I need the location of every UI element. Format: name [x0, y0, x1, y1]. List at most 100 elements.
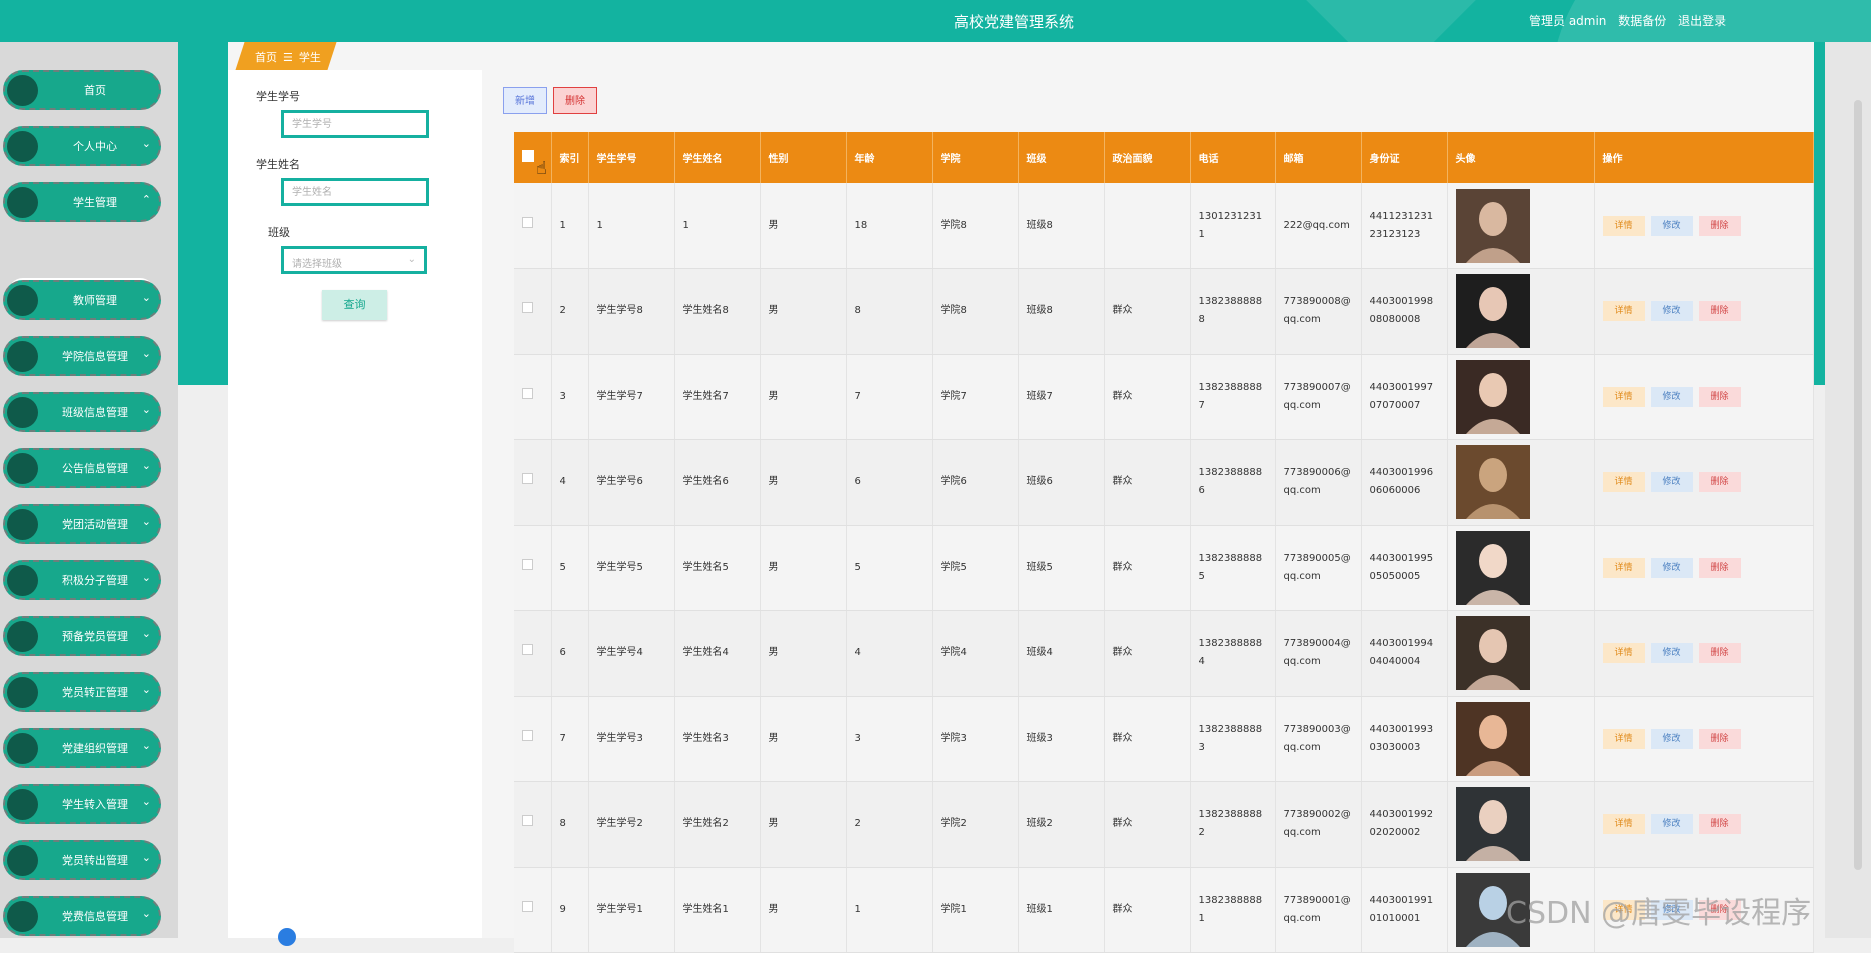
delete-button[interactable]: 删除	[1698, 472, 1741, 493]
row-checkbox[interactable]	[522, 815, 533, 827]
detail-button[interactable]: 详情	[1602, 728, 1645, 749]
row-checkbox[interactable]	[522, 473, 533, 485]
top-header: 高校党建管理系统 管理员 admin 数据备份 退出登录	[0, 0, 1871, 42]
detail-button[interactable]: 详情	[1602, 814, 1645, 835]
detail-button[interactable]: 详情	[1602, 472, 1645, 493]
cell-politics: 群众	[1104, 525, 1191, 611]
chevron-down-icon: ⌄	[141, 515, 151, 528]
table-row: 6 学生学号4 学生姓名4 男 4 学院4 班级4 群众 13823888884 77389000…	[514, 610, 1814, 697]
row-select-cell[interactable]	[514, 781, 552, 868]
detail-button[interactable]: 详情	[1602, 386, 1645, 407]
edit-button[interactable]: 修改	[1650, 386, 1693, 407]
menu-knob	[7, 397, 38, 428]
cell-no: 学生学号3	[588, 696, 675, 782]
sidebar-item-class-info[interactable]: 班级信息管理 ⌄	[3, 392, 161, 432]
cell-age: 6	[846, 439, 933, 526]
page-scrollbar[interactable]	[1854, 100, 1862, 870]
row-select-cell[interactable]	[514, 354, 552, 440]
query-button[interactable]: 查询	[322, 290, 387, 320]
edit-button[interactable]: 修改	[1650, 472, 1693, 493]
cell-idcard: 440300199808080008	[1361, 268, 1448, 355]
sidebar-item-member-confirmation[interactable]: 党员转正管理 ⌄	[3, 672, 161, 712]
row-select-cell[interactable]	[514, 696, 552, 782]
header-college: 学院	[932, 132, 1019, 183]
bulk-delete-button[interactable]: 删除	[553, 87, 597, 114]
cell-class: 班级1	[1018, 867, 1105, 953]
sidebar-item-college-info[interactable]: 学院信息管理 ⌄	[3, 336, 161, 376]
cell-no: 学生学号4	[588, 610, 675, 697]
chevron-down-icon: ⌄	[141, 403, 151, 416]
cell-name: 学生姓名2	[674, 781, 761, 868]
delete-button[interactable]: 删除	[1698, 814, 1741, 835]
edit-button[interactable]: 修改	[1650, 557, 1693, 578]
sidebar-item-party-organization[interactable]: 党建组织管理 ⌄	[3, 728, 161, 768]
edit-button[interactable]: 修改	[1650, 215, 1693, 236]
row-select-cell[interactable]	[514, 867, 552, 953]
detail-button[interactable]: 详情	[1602, 557, 1645, 578]
cell-age: 1	[846, 867, 933, 953]
sidebar-item-personal-center[interactable]: 个人中心 ⌄	[3, 126, 161, 166]
sidebar-item-member-transfer-out[interactable]: 党员转出管理 ⌄	[3, 840, 161, 880]
cell-email: 773890002@qq.com	[1275, 781, 1362, 868]
edit-button[interactable]: 修改	[1650, 301, 1693, 322]
row-checkbox[interactable]	[522, 216, 533, 228]
class-select[interactable]: 请选择班级 ⌄	[281, 246, 427, 274]
header-politics: 政治面貌	[1104, 132, 1191, 183]
cell-age: 18	[846, 183, 933, 269]
edit-button[interactable]: 修改	[1650, 643, 1693, 664]
chevron-down-icon: ⌄	[141, 627, 151, 640]
cell-gender: 男	[760, 525, 847, 611]
cell-idcard: 440300199404040004	[1361, 610, 1448, 697]
sidebar-item-teacher-mgmt[interactable]: 教师管理 ⌄	[3, 280, 161, 320]
sidebar-item-label: 班级信息管理	[62, 406, 128, 419]
add-button[interactable]: 新增	[503, 87, 547, 114]
sidebar-item-party-fee[interactable]: 党费信息管理 ⌄	[3, 896, 161, 936]
cell-operations: 详情 修改 删除	[1594, 439, 1814, 526]
delete-button[interactable]: 删除	[1698, 386, 1741, 407]
detail-button[interactable]: 详情	[1602, 215, 1645, 236]
cell-class: 班级8	[1018, 268, 1105, 355]
cell-avatar	[1447, 439, 1595, 526]
cell-name: 学生姓名4	[674, 610, 761, 697]
sidebar-item-notice-info[interactable]: 公告信息管理 ⌄	[3, 448, 161, 488]
row-select-cell[interactable]	[514, 525, 552, 611]
sidebar-item-student-transfer-in[interactable]: 学生转入管理 ⌄	[3, 784, 161, 824]
row-select-cell[interactable]	[514, 610, 552, 697]
breadcrumb-current: 学生	[298, 51, 321, 64]
sidebar-item-activist[interactable]: 积极分子管理 ⌄	[3, 560, 161, 600]
student-name-input[interactable]	[281, 178, 429, 206]
delete-button[interactable]: 删除	[1698, 728, 1741, 749]
student-no-input[interactable]	[281, 110, 429, 138]
sidebar-item-party-activity[interactable]: 党团活动管理 ⌄	[3, 504, 161, 544]
delete-button[interactable]: 删除	[1698, 215, 1741, 236]
row-checkbox[interactable]	[522, 558, 533, 570]
row-checkbox[interactable]	[522, 387, 533, 399]
edit-button[interactable]: 修改	[1650, 728, 1693, 749]
backup-link[interactable]: 数据备份	[1618, 14, 1666, 28]
row-select-cell[interactable]	[514, 439, 552, 526]
row-checkbox[interactable]	[522, 900, 533, 912]
delete-button[interactable]: 删除	[1698, 643, 1741, 664]
select-all-checkbox[interactable]	[522, 150, 534, 162]
sidebar-item-probationary-member[interactable]: 预备党员管理 ⌄	[3, 616, 161, 656]
row-checkbox[interactable]	[522, 302, 533, 314]
breadcrumb-home[interactable]: 首页	[255, 51, 277, 64]
row-checkbox[interactable]	[522, 729, 533, 741]
avatar	[1455, 274, 1530, 349]
cell-name: 1	[674, 183, 761, 269]
detail-button[interactable]: 详情	[1602, 643, 1645, 664]
cell-age: 7	[846, 354, 933, 440]
detail-button[interactable]: 详情	[1602, 301, 1645, 322]
row-checkbox[interactable]	[522, 644, 533, 656]
delete-button[interactable]: 删除	[1698, 301, 1741, 322]
logout-link[interactable]: 退出登录	[1678, 14, 1726, 28]
edit-button[interactable]: 修改	[1650, 814, 1693, 835]
menu-knob	[7, 789, 38, 820]
cell-idcard: 440300199505050005	[1361, 525, 1448, 611]
sidebar-item-home[interactable]: 首页	[3, 70, 161, 110]
cell-college: 学院6	[932, 439, 1019, 526]
sidebar-item-student-mgmt[interactable]: 学生管理 ⌃	[3, 182, 161, 222]
row-select-cell[interactable]	[514, 183, 552, 269]
row-select-cell[interactable]	[514, 268, 552, 355]
delete-button[interactable]: 删除	[1698, 557, 1741, 578]
